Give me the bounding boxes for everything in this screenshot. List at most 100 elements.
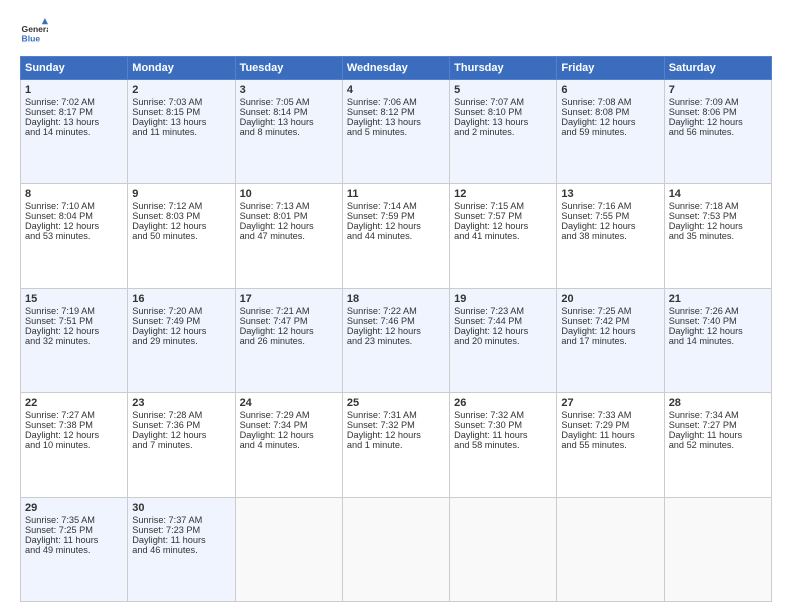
cell-text: Daylight: 11 hours [561, 430, 659, 440]
day-number: 30 [132, 502, 230, 514]
calendar-cell [664, 497, 771, 601]
calendar-cell: 17Sunrise: 7:21 AMSunset: 7:47 PMDayligh… [235, 288, 342, 392]
cell-text: Sunset: 7:32 PM [347, 420, 445, 430]
day-number: 27 [561, 397, 659, 409]
cell-text: Sunrise: 7:37 AM [132, 515, 230, 525]
cell-text: Daylight: 12 hours [561, 117, 659, 127]
cell-text: and 59 minutes. [561, 127, 659, 137]
cell-text: and 58 minutes. [454, 440, 552, 450]
day-number: 24 [240, 397, 338, 409]
cell-text: Sunset: 7:44 PM [454, 316, 552, 326]
cell-text: Sunset: 7:34 PM [240, 420, 338, 430]
day-number: 21 [669, 293, 767, 305]
cell-text: Sunset: 7:36 PM [132, 420, 230, 430]
cell-text: Sunset: 7:42 PM [561, 316, 659, 326]
cell-text: Daylight: 12 hours [132, 326, 230, 336]
cell-text: Daylight: 13 hours [347, 117, 445, 127]
cell-text: and 52 minutes. [669, 440, 767, 450]
cell-text: Sunset: 7:53 PM [669, 211, 767, 221]
calendar-cell: 23Sunrise: 7:28 AMSunset: 7:36 PMDayligh… [128, 393, 235, 497]
cell-text: and 1 minute. [347, 440, 445, 450]
calendar-cell: 2Sunrise: 7:03 AMSunset: 8:15 PMDaylight… [128, 80, 235, 184]
cell-text: Daylight: 12 hours [669, 221, 767, 231]
cell-text: Daylight: 12 hours [454, 326, 552, 336]
cell-text: Sunset: 7:59 PM [347, 211, 445, 221]
day-number: 2 [132, 84, 230, 96]
cell-text: Daylight: 12 hours [132, 221, 230, 231]
day-number: 3 [240, 84, 338, 96]
cell-text: Sunrise: 7:05 AM [240, 97, 338, 107]
cell-text: Sunset: 8:10 PM [454, 107, 552, 117]
calendar-cell: 9Sunrise: 7:12 AMSunset: 8:03 PMDaylight… [128, 184, 235, 288]
cell-text: and 20 minutes. [454, 336, 552, 346]
calendar-cell [235, 497, 342, 601]
logo: General Blue [20, 18, 48, 46]
cell-text: and 5 minutes. [347, 127, 445, 137]
cell-text: Daylight: 12 hours [25, 221, 123, 231]
cell-text: Daylight: 12 hours [669, 117, 767, 127]
cell-text: and 29 minutes. [132, 336, 230, 346]
cell-text: Sunset: 7:47 PM [240, 316, 338, 326]
cell-text: Daylight: 13 hours [132, 117, 230, 127]
cell-text: Sunrise: 7:23 AM [454, 306, 552, 316]
day-number: 13 [561, 188, 659, 200]
calendar-cell: 19Sunrise: 7:23 AMSunset: 7:44 PMDayligh… [450, 288, 557, 392]
cell-text: Sunrise: 7:35 AM [25, 515, 123, 525]
day-number: 5 [454, 84, 552, 96]
cell-text: Sunrise: 7:19 AM [25, 306, 123, 316]
day-number: 22 [25, 397, 123, 409]
cell-text: Sunrise: 7:09 AM [669, 97, 767, 107]
calendar-cell: 28Sunrise: 7:34 AMSunset: 7:27 PMDayligh… [664, 393, 771, 497]
cell-text: Daylight: 11 hours [25, 535, 123, 545]
cell-text: Sunset: 7:46 PM [347, 316, 445, 326]
dow-header: Friday [557, 57, 664, 80]
calendar-cell: 6Sunrise: 7:08 AMSunset: 8:08 PMDaylight… [557, 80, 664, 184]
cell-text: and 47 minutes. [240, 231, 338, 241]
cell-text: Sunrise: 7:13 AM [240, 201, 338, 211]
cell-text: and 49 minutes. [25, 545, 123, 555]
calendar-cell: 4Sunrise: 7:06 AMSunset: 8:12 PMDaylight… [342, 80, 449, 184]
day-number: 26 [454, 397, 552, 409]
calendar-cell: 12Sunrise: 7:15 AMSunset: 7:57 PMDayligh… [450, 184, 557, 288]
calendar-cell: 25Sunrise: 7:31 AMSunset: 7:32 PMDayligh… [342, 393, 449, 497]
cell-text: Sunset: 8:06 PM [669, 107, 767, 117]
cell-text: Daylight: 12 hours [347, 430, 445, 440]
cell-text: Sunset: 7:25 PM [25, 525, 123, 535]
cell-text: Daylight: 12 hours [561, 221, 659, 231]
calendar-cell: 18Sunrise: 7:22 AMSunset: 7:46 PMDayligh… [342, 288, 449, 392]
cell-text: Sunrise: 7:02 AM [25, 97, 123, 107]
calendar-cell: 15Sunrise: 7:19 AMSunset: 7:51 PMDayligh… [21, 288, 128, 392]
calendar-cell: 13Sunrise: 7:16 AMSunset: 7:55 PMDayligh… [557, 184, 664, 288]
cell-text: and 8 minutes. [240, 127, 338, 137]
cell-text: Sunrise: 7:18 AM [669, 201, 767, 211]
day-number: 23 [132, 397, 230, 409]
cell-text: and 44 minutes. [347, 231, 445, 241]
cell-text: Sunrise: 7:15 AM [454, 201, 552, 211]
cell-text: Sunrise: 7:07 AM [454, 97, 552, 107]
calendar-cell: 5Sunrise: 7:07 AMSunset: 8:10 PMDaylight… [450, 80, 557, 184]
cell-text: Daylight: 12 hours [240, 430, 338, 440]
cell-text: Daylight: 12 hours [347, 221, 445, 231]
dow-header: Saturday [664, 57, 771, 80]
calendar-cell: 14Sunrise: 7:18 AMSunset: 7:53 PMDayligh… [664, 184, 771, 288]
cell-text: Sunset: 7:57 PM [454, 211, 552, 221]
cell-text: and 26 minutes. [240, 336, 338, 346]
cell-text: Sunset: 7:23 PM [132, 525, 230, 535]
calendar-cell: 20Sunrise: 7:25 AMSunset: 7:42 PMDayligh… [557, 288, 664, 392]
cell-text: Sunset: 7:27 PM [669, 420, 767, 430]
day-number: 7 [669, 84, 767, 96]
day-number: 29 [25, 502, 123, 514]
cell-text: Sunset: 8:12 PM [347, 107, 445, 117]
calendar-cell: 21Sunrise: 7:26 AMSunset: 7:40 PMDayligh… [664, 288, 771, 392]
cell-text: Daylight: 12 hours [240, 221, 338, 231]
cell-text: Sunset: 8:01 PM [240, 211, 338, 221]
calendar-cell [557, 497, 664, 601]
cell-text: Sunrise: 7:10 AM [25, 201, 123, 211]
page: General Blue SundayMondayTuesdayWednesda… [0, 0, 792, 612]
cell-text: Sunset: 7:29 PM [561, 420, 659, 430]
cell-text: Sunrise: 7:25 AM [561, 306, 659, 316]
cell-text: Daylight: 12 hours [561, 326, 659, 336]
calendar-cell: 30Sunrise: 7:37 AMSunset: 7:23 PMDayligh… [128, 497, 235, 601]
cell-text: and 17 minutes. [561, 336, 659, 346]
cell-text: Sunrise: 7:20 AM [132, 306, 230, 316]
